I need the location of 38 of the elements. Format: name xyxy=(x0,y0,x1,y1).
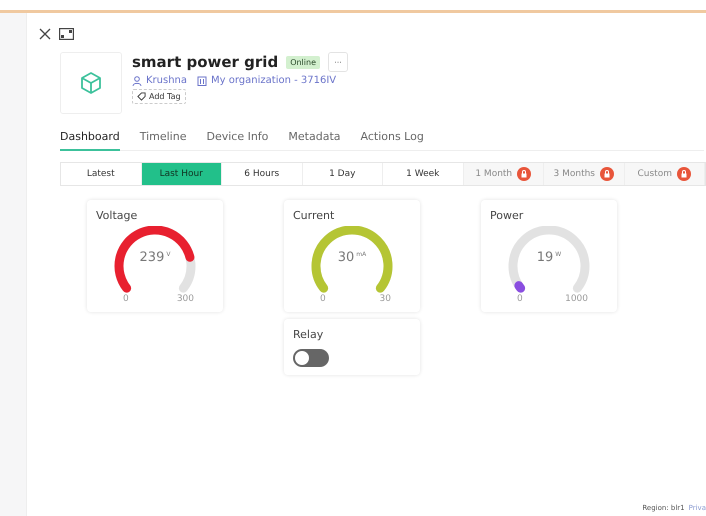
building-icon xyxy=(197,76,208,86)
gauge-value: 30$^{mA}$ xyxy=(336,250,368,265)
gauge-max: 30 xyxy=(380,294,391,304)
organization-link[interactable]: My organization - 3716IV xyxy=(197,75,336,86)
relay-switch[interactable] xyxy=(293,349,329,367)
owner-link[interactable]: Krushna xyxy=(132,75,188,86)
cube-icon xyxy=(79,71,103,95)
expand-icon[interactable] xyxy=(59,28,74,40)
user-icon xyxy=(132,76,142,86)
relay-title: Relay xyxy=(293,328,324,341)
lock-icon xyxy=(676,167,691,181)
status-badge: Online xyxy=(286,56,320,68)
close-icon[interactable] xyxy=(39,28,51,40)
add-tag-button[interactable]: Add Tag xyxy=(132,89,186,104)
tag-icon xyxy=(137,92,146,101)
gauge-value: 239$^{V}$ xyxy=(138,250,172,265)
lock-icon xyxy=(517,167,532,181)
tab[interactable]: Device Info xyxy=(206,130,268,151)
gauge-title: Voltage xyxy=(96,209,138,222)
gauge-value: 19$^{W}$ xyxy=(536,250,562,265)
gauge-title: Power xyxy=(490,209,524,222)
gauge-max: 300 xyxy=(176,294,194,304)
gauge-max: 1000 xyxy=(565,294,588,304)
tab[interactable]: Actions Log xyxy=(360,130,424,151)
device-name: smart power grid xyxy=(132,53,278,71)
more-button[interactable]: ··· xyxy=(328,52,348,72)
tab[interactable]: Dashboard xyxy=(60,130,120,151)
time-range-button[interactable]: Last Hour xyxy=(142,163,222,185)
time-range-button[interactable]: Custom xyxy=(624,163,705,185)
tab[interactable]: Timeline xyxy=(140,130,186,151)
time-range-button[interactable]: 3 Months xyxy=(544,163,624,185)
gauge-min: 0 xyxy=(123,294,129,304)
gauge-title: Current xyxy=(293,209,336,222)
tab[interactable]: Metadata xyxy=(288,130,340,151)
gauge-min: 0 xyxy=(517,294,523,304)
lock-icon xyxy=(600,167,614,181)
gauge-min: 0 xyxy=(320,294,326,304)
time-range-button[interactable]: 1 Month xyxy=(464,163,544,185)
